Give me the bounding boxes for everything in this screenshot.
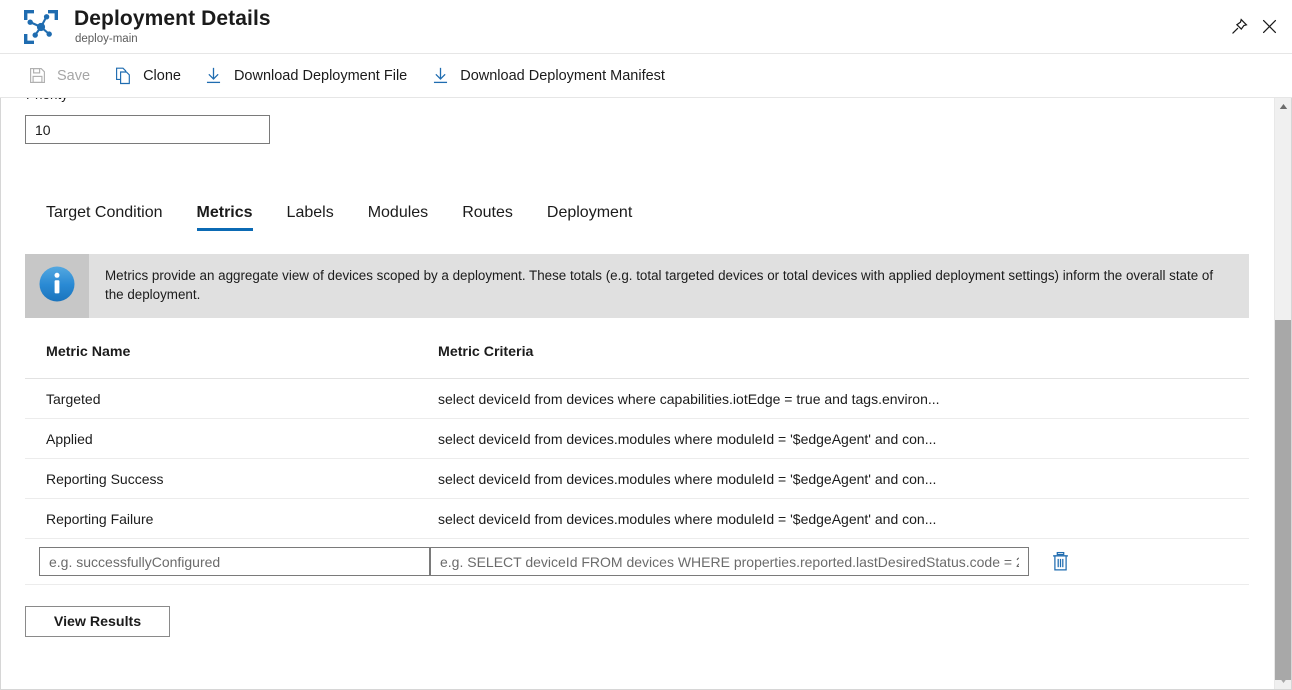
save-label: Save — [57, 68, 90, 84]
tab-target-condition[interactable]: Target Condition — [35, 204, 174, 234]
priority-label: Priority — [25, 98, 1274, 107]
metric-name-cell: Reporting Success — [25, 471, 438, 487]
download-icon — [429, 66, 451, 86]
priority-label-text: Priority — [26, 98, 68, 102]
tab-metrics-label: Metrics — [197, 204, 253, 221]
tab-modules[interactable]: Modules — [357, 204, 439, 234]
metric-name-cell: Applied — [25, 431, 438, 447]
tab-labels[interactable]: Labels — [276, 204, 345, 234]
save-icon — [26, 66, 48, 86]
info-icon — [37, 264, 77, 309]
page-title: Deployment Details — [74, 8, 271, 30]
column-header-metric-criteria: Metric Criteria — [438, 344, 1249, 360]
table-header-row: Metric Name Metric Criteria — [25, 344, 1249, 379]
scroll-down-arrow-icon[interactable] — [1275, 672, 1292, 689]
vertical-scrollbar[interactable] — [1274, 98, 1291, 689]
tab-routes[interactable]: Routes — [451, 204, 524, 234]
tab-modules-label: Modules — [368, 204, 428, 221]
download-deployment-file-button[interactable]: Download Deployment File — [199, 61, 417, 91]
tab-labels-label: Labels — [287, 204, 334, 221]
clone-label: Clone — [143, 68, 181, 84]
clone-icon — [112, 66, 134, 86]
scroll-content: Priority Target Condition Metrics Labels… — [1, 98, 1274, 689]
metric-criteria-cell: select deviceId from devices.modules whe… — [438, 471, 1249, 487]
download-deployment-manifest-label: Download Deployment Manifest — [460, 68, 665, 84]
metric-criteria-cell: select deviceId from devices.modules whe… — [438, 511, 1249, 527]
content-pane: Priority Target Condition Metrics Labels… — [0, 98, 1292, 690]
metric-criteria-cell: select deviceId from devices.modules whe… — [438, 431, 1249, 447]
column-header-metric-name: Metric Name — [25, 344, 438, 360]
tab-target-condition-label: Target Condition — [46, 204, 163, 221]
window-title-block: Deployment Details deploy-main — [74, 8, 271, 45]
tab-strip: Target Condition Metrics Labels Modules … — [25, 190, 1274, 234]
new-metric-row — [25, 539, 1249, 585]
download-deployment-file-label: Download Deployment File — [234, 68, 407, 84]
tab-metrics[interactable]: Metrics — [186, 204, 264, 234]
scroll-up-arrow-icon[interactable] — [1275, 98, 1292, 115]
new-metric-name-input[interactable] — [39, 547, 430, 576]
clone-button[interactable]: Clone — [108, 61, 191, 91]
table-row[interactable]: Reporting Failure select deviceId from d… — [25, 499, 1249, 539]
info-banner-text: Metrics provide an aggregate view of dev… — [89, 254, 1249, 318]
metric-name-cell: Targeted — [25, 391, 438, 407]
new-metric-criteria-input[interactable] — [430, 547, 1029, 576]
save-button[interactable]: Save — [22, 61, 100, 91]
info-banner: Metrics provide an aggregate view of dev… — [25, 254, 1249, 318]
metric-criteria-cell: select deviceId from devices where capab… — [438, 391, 1249, 407]
close-icon[interactable] — [1254, 12, 1284, 42]
metrics-table: Metric Name Metric Criteria Targeted sel… — [25, 344, 1249, 585]
table-row[interactable]: Reporting Success select deviceId from d… — [25, 459, 1249, 499]
tab-deployment-label: Deployment — [547, 204, 632, 221]
scrollbar-thumb[interactable] — [1275, 320, 1292, 680]
download-deployment-manifest-button[interactable]: Download Deployment Manifest — [425, 61, 675, 91]
table-row[interactable]: Targeted select deviceId from devices wh… — [25, 379, 1249, 419]
command-toolbar: Save Clone — [0, 54, 1292, 98]
deployment-details-window: Deployment Details deploy-main — [0, 0, 1292, 690]
iot-edge-deployment-icon — [22, 8, 60, 46]
window-titlebar: Deployment Details deploy-main — [0, 0, 1292, 54]
priority-input[interactable] — [25, 115, 270, 144]
metric-name-cell: Reporting Failure — [25, 511, 438, 527]
table-row[interactable]: Applied select deviceId from devices.mod… — [25, 419, 1249, 459]
download-icon — [203, 66, 225, 86]
pin-icon[interactable] — [1224, 12, 1254, 42]
info-banner-icon-container — [25, 254, 89, 318]
tab-deployment[interactable]: Deployment — [536, 204, 643, 234]
view-results-button[interactable]: View Results — [25, 606, 170, 637]
page-subtitle: deploy-main — [74, 33, 271, 45]
trash-icon[interactable] — [1047, 549, 1073, 575]
tab-routes-label: Routes — [462, 204, 513, 221]
